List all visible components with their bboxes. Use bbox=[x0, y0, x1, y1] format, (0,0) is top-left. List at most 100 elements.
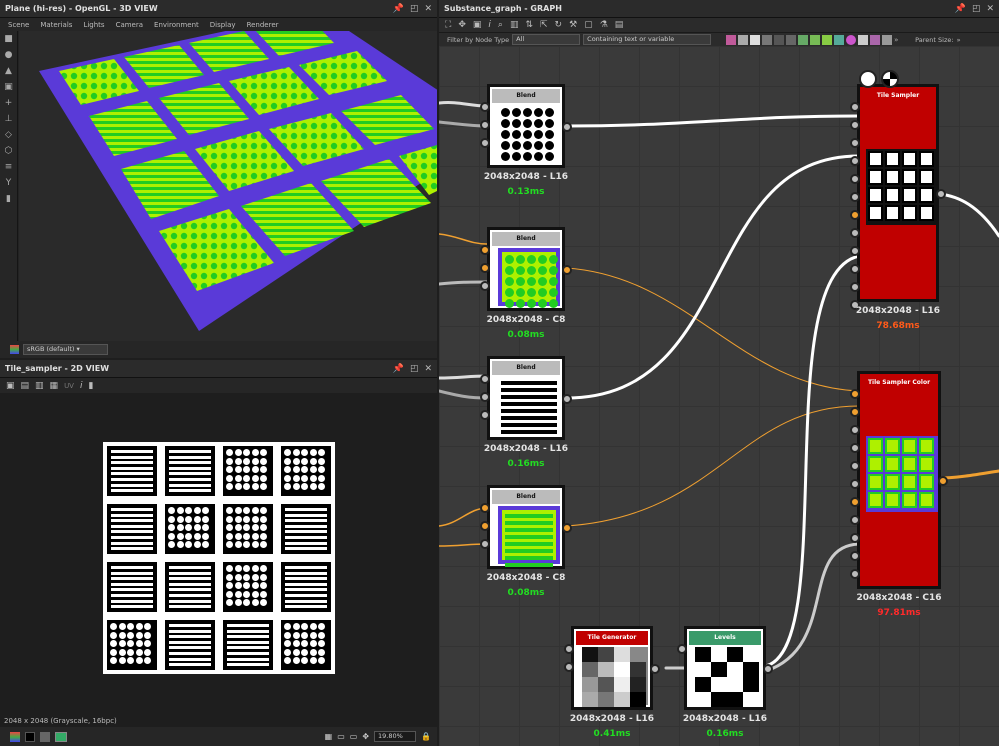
palette-filter-icon[interactable] bbox=[822, 34, 833, 45]
viewport-3d[interactable] bbox=[19, 31, 437, 341]
menu-materials[interactable]: Materials bbox=[40, 21, 72, 29]
input-port[interactable] bbox=[480, 120, 490, 130]
input-port[interactable] bbox=[850, 282, 860, 292]
input-port[interactable] bbox=[850, 138, 860, 148]
save-icon[interactable]: ▤ bbox=[21, 381, 30, 391]
input-port[interactable] bbox=[850, 425, 860, 435]
input-port[interactable] bbox=[850, 569, 860, 579]
input-port[interactable] bbox=[850, 210, 860, 220]
palette-shape-icon[interactable] bbox=[834, 34, 845, 45]
maximize-icon[interactable]: ◰ bbox=[410, 4, 419, 14]
info-icon[interactable]: i bbox=[80, 381, 83, 391]
lock-icon[interactable]: 🔒 bbox=[421, 732, 431, 741]
node-tilesamplercolor[interactable]: Tile Sampler Color 2048x2048 - C16 97.81… bbox=[850, 371, 948, 619]
environment-icon[interactable]: ▲ bbox=[0, 63, 17, 79]
node-body[interactable]: Tile Sampler Color bbox=[857, 371, 941, 589]
palette-color-icon[interactable] bbox=[870, 34, 881, 45]
input-port[interactable] bbox=[480, 263, 490, 273]
panel-3d-titlebar[interactable]: Plane (hi-res) - OpenGL - 3D VIEW 📌 ◰ ✕ bbox=[0, 0, 437, 18]
copy-icon[interactable]: ▥ bbox=[35, 381, 44, 391]
gizmo-icon[interactable]: ⊥ bbox=[0, 111, 17, 127]
light-icon[interactable]: ● bbox=[0, 47, 17, 63]
menu-renderer[interactable]: Renderer bbox=[247, 21, 279, 29]
graph-canvas[interactable]: Blend 2048x2048 - L16 0.13ms Blend 2048x… bbox=[439, 46, 999, 746]
node-blend3[interactable]: Blend 2048x2048 - L16 0.16ms bbox=[480, 356, 572, 470]
palette-circle-icon[interactable] bbox=[846, 34, 857, 45]
palette-node-icon[interactable] bbox=[882, 34, 893, 45]
palette-more-icon[interactable]: » bbox=[894, 35, 904, 45]
link-icon[interactable]: ⇱ bbox=[540, 20, 548, 30]
palette-shuffle-icon[interactable] bbox=[774, 34, 785, 45]
zoom-field[interactable]: 19.80% bbox=[374, 731, 417, 742]
close-icon[interactable]: ✕ bbox=[986, 4, 994, 14]
node-blend1[interactable]: Blend 2048x2048 - L16 0.13ms bbox=[480, 84, 572, 198]
mesh-icon[interactable]: ⬡ bbox=[0, 143, 17, 159]
zoom-actual-icon[interactable]: ▭ bbox=[350, 732, 358, 741]
pin-icon[interactable]: 📌 bbox=[393, 364, 404, 374]
input-port[interactable] bbox=[480, 503, 490, 513]
camera-icon[interactable]: ▣ bbox=[6, 381, 15, 391]
node-body[interactable]: Blend bbox=[487, 356, 565, 440]
node-tilegen[interactable]: Tile Generator 2048x2048 - L16 0.41ms bbox=[564, 626, 660, 740]
menu-camera[interactable]: Camera bbox=[116, 21, 143, 29]
menu-scene[interactable]: Scene bbox=[8, 21, 29, 29]
input-port[interactable] bbox=[850, 102, 860, 112]
screenshot-icon[interactable]: ▣ bbox=[0, 79, 17, 95]
close-icon[interactable]: ✕ bbox=[424, 4, 432, 14]
node-body[interactable]: Tile Sampler bbox=[857, 84, 939, 302]
palette-nature-icon[interactable] bbox=[810, 34, 821, 45]
clean-icon[interactable]: ⚗ bbox=[600, 20, 608, 30]
align-icon[interactable]: ▥ bbox=[510, 20, 519, 30]
panel-2d-titlebar[interactable]: Tile_sampler - 2D VIEW 📌 ◰ ✕ bbox=[0, 360, 437, 378]
output-port[interactable] bbox=[562, 265, 572, 275]
input-port[interactable] bbox=[850, 246, 860, 256]
input-port[interactable] bbox=[850, 533, 860, 543]
histogram-icon[interactable]: ▮ bbox=[89, 381, 94, 391]
input-port[interactable] bbox=[564, 644, 574, 654]
input-port[interactable] bbox=[480, 102, 490, 112]
input-port[interactable] bbox=[850, 407, 860, 417]
output-port[interactable] bbox=[938, 476, 948, 486]
output-port[interactable] bbox=[936, 189, 946, 199]
node-body[interactable]: Tile Generator bbox=[571, 626, 653, 710]
input-port[interactable] bbox=[480, 245, 490, 255]
palette-drop-icon[interactable] bbox=[750, 34, 761, 45]
input-port[interactable] bbox=[480, 138, 490, 148]
cube-icon[interactable]: ◇ bbox=[0, 127, 17, 143]
image-preview[interactable] bbox=[103, 442, 335, 674]
palette-leaf-icon[interactable] bbox=[798, 34, 809, 45]
pin-icon[interactable]: 📌 bbox=[393, 4, 404, 14]
channel-black-icon[interactable] bbox=[25, 731, 35, 742]
palette-gradient-icon[interactable] bbox=[762, 34, 773, 45]
document-icon[interactable] bbox=[859, 70, 877, 88]
output-port[interactable] bbox=[650, 664, 660, 674]
chart-icon[interactable]: ▮ bbox=[0, 191, 17, 207]
node-body[interactable]: Blend bbox=[487, 227, 565, 311]
close-icon[interactable]: ✕ bbox=[424, 364, 432, 374]
filter-dropdown[interactable]: All bbox=[512, 34, 581, 45]
palette-pattern-icon[interactable] bbox=[786, 34, 797, 45]
node-blend2[interactable]: Blend 2048x2048 - C8 0.08ms bbox=[480, 227, 572, 341]
frame-icon[interactable]: ▢ bbox=[584, 20, 593, 30]
input-port[interactable] bbox=[850, 120, 860, 130]
graph-titlebar[interactable]: Substance_graph - GRAPH 📌 ◰ ✕ bbox=[439, 0, 999, 18]
input-port[interactable] bbox=[850, 192, 860, 202]
uv-toggle[interactable]: UV bbox=[64, 382, 74, 390]
more-icon[interactable]: ▤ bbox=[615, 20, 624, 30]
palette-image-icon[interactable] bbox=[726, 34, 737, 45]
parent-size-more-icon[interactable]: » bbox=[957, 36, 961, 44]
zoom-fit-icon[interactable]: ▭ bbox=[337, 732, 345, 741]
input-port[interactable] bbox=[564, 662, 574, 672]
input-port[interactable] bbox=[850, 497, 860, 507]
input-port[interactable] bbox=[850, 461, 860, 471]
move-icon[interactable]: ✥ bbox=[458, 20, 466, 30]
maximize-icon[interactable]: ◰ bbox=[410, 364, 419, 374]
input-port[interactable] bbox=[480, 374, 490, 384]
input-port[interactable] bbox=[850, 264, 860, 274]
node-tilesampler[interactable]: Tile Sampler 2048x2048 - L16 78.68ms bbox=[850, 84, 946, 332]
axis-icon[interactable]: + bbox=[0, 95, 17, 111]
output-port[interactable] bbox=[562, 122, 572, 132]
menu-display[interactable]: Display bbox=[210, 21, 236, 29]
input-port[interactable] bbox=[850, 389, 860, 399]
camera-icon[interactable]: ■ bbox=[0, 31, 17, 47]
